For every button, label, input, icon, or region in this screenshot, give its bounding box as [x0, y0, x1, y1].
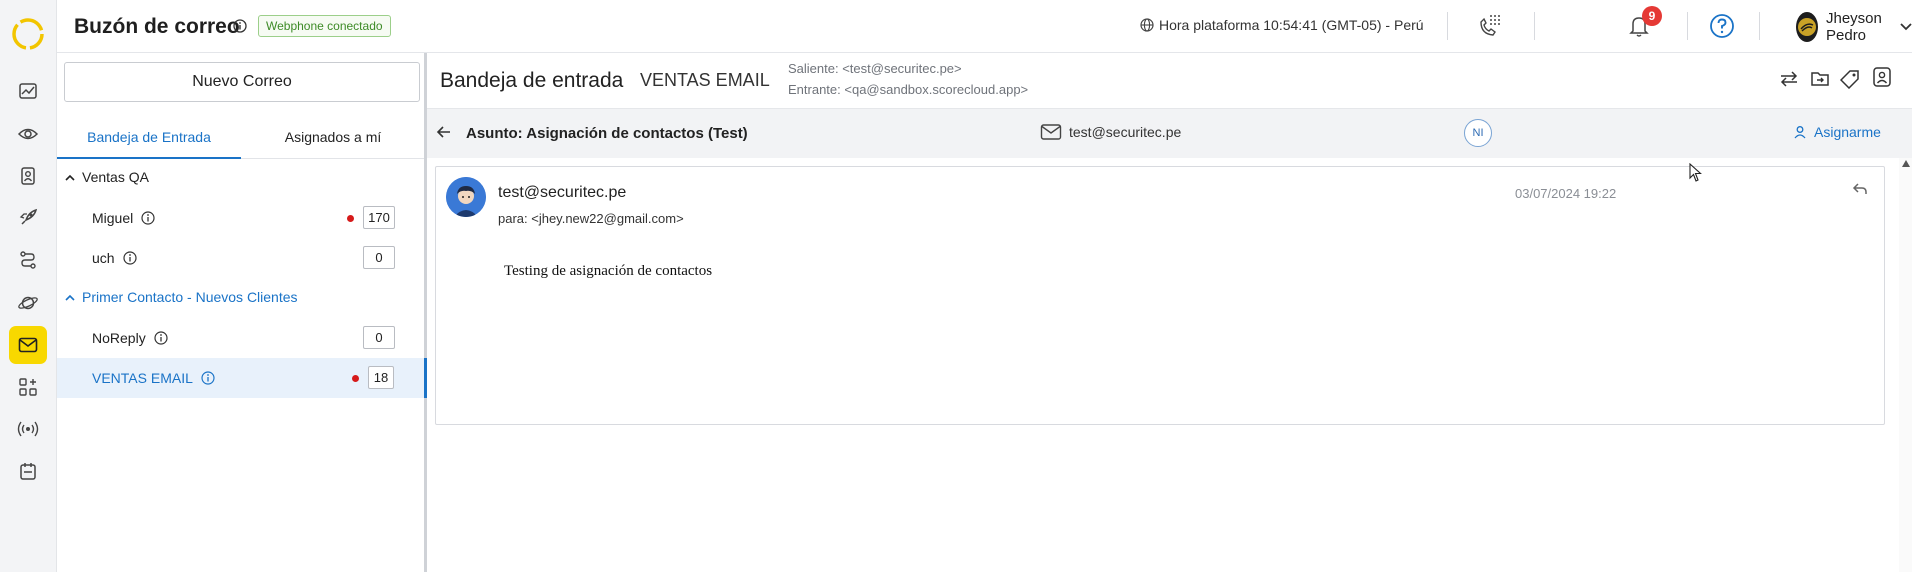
mailbox-item-uch[interactable]: uch 0 — [57, 238, 424, 278]
sender-avatar — [446, 177, 486, 217]
mailbox-item-label: Miguel — [92, 210, 134, 226]
app-logo[interactable] — [8, 14, 48, 54]
broadcast-icon[interactable] — [9, 410, 47, 448]
scrollbar[interactable] — [1899, 158, 1912, 572]
rocket-icon[interactable] — [9, 199, 47, 237]
envelope-icon — [1040, 123, 1062, 141]
mailbox-item-miguel[interactable]: Miguel 170 — [57, 198, 424, 238]
calendar-icon[interactable] — [9, 452, 47, 490]
activity-icon[interactable] — [9, 72, 47, 110]
divider — [1687, 12, 1688, 40]
unread-dot — [352, 375, 359, 382]
inbox-title: Bandeja de entrada — [440, 69, 624, 92]
chevron-down-icon — [1900, 23, 1912, 31]
mailbox-item-label: NoReply — [92, 330, 146, 346]
mail-icon[interactable] — [9, 326, 47, 364]
tab-assigned[interactable]: Asignados a mí — [241, 115, 425, 159]
divider — [1447, 12, 1448, 40]
divider — [1534, 12, 1535, 40]
top-bar: Buzón de correo Webphone conectado Hora … — [57, 0, 1912, 53]
flow-icon[interactable] — [9, 241, 47, 279]
info-icon[interactable] — [233, 19, 247, 33]
info-icon[interactable] — [122, 251, 137, 265]
info-icon[interactable] — [154, 331, 168, 345]
info-icon[interactable] — [201, 371, 215, 385]
group-header-ventas-qa[interactable]: Ventas QA — [65, 169, 149, 185]
user-icon — [1794, 125, 1808, 139]
outgoing-address: Saliente: <test@securitec.pe> — [788, 61, 962, 76]
eye-icon[interactable] — [9, 115, 47, 153]
count-badge: 18 — [368, 366, 394, 389]
subject-sender-email: test@securitec.pe — [1069, 124, 1182, 140]
message-date: 03/07/2024 19:22 — [1515, 186, 1617, 201]
recipient-line: para: <jhey.new22@gmail.com> — [498, 211, 684, 226]
contact-icon[interactable] — [1870, 65, 1894, 89]
count-badge: 0 — [363, 326, 395, 349]
globe-icon — [1140, 18, 1154, 32]
user-menu[interactable]: Jheyson Pedro — [1796, 10, 1912, 44]
subject-bar: Asunto: Asignación de contactos (Test) t… — [427, 108, 1912, 158]
scroll-up-arrow-icon[interactable] — [1902, 160, 1910, 167]
mouse-pointer-icon — [1689, 163, 1703, 183]
mailbox-item-label-group: Miguel — [92, 210, 155, 226]
tag-icon[interactable] — [1838, 67, 1862, 91]
page-title: Buzón de correo — [74, 15, 240, 38]
mailbox-item-label: VENTAS EMAIL — [92, 370, 193, 386]
mailbox-item-ventas-email[interactable]: VENTAS EMAIL 18 — [57, 358, 427, 398]
mailbox-item-noreply[interactable]: NoReply 0 — [57, 318, 424, 358]
message-card: test@securitec.pe para: <jhey.new22@gmai… — [435, 166, 1885, 425]
sender-email: test@securitec.pe — [498, 184, 627, 201]
back-arrow-icon[interactable] — [436, 124, 452, 140]
subject-sender: test@securitec.pe — [1040, 123, 1181, 141]
mail-reader: Bandeja de entrada VENTAS EMAIL Saliente… — [427, 53, 1912, 572]
group-name: Ventas QA — [82, 169, 149, 185]
move-folder-icon[interactable] — [1808, 67, 1832, 91]
planet-icon[interactable] — [9, 284, 47, 322]
info-icon[interactable] — [141, 211, 155, 225]
divider — [1759, 12, 1760, 40]
help-icon[interactable] — [1707, 11, 1737, 41]
clock-text: Hora plataforma 10:54:41 (GMT-05) - Perú — [1159, 17, 1424, 33]
tab-inbox[interactable]: Bandeja de Entrada — [57, 115, 241, 159]
mailbox-item-label-group: uch — [92, 250, 137, 266]
group-header-primer-contacto[interactable]: Primer Contacto - Nuevos Clientes — [65, 289, 298, 305]
unread-dot — [347, 215, 354, 222]
mailbox-item-label: uch — [92, 250, 115, 266]
chevron-up-icon — [65, 174, 75, 181]
sidebar-tabs: Bandeja de Entrada Asignados a mí — [57, 115, 424, 159]
apps-icon[interactable] — [9, 368, 47, 406]
group-name: Primer Contacto - Nuevos Clientes — [82, 289, 298, 305]
nav-rail — [0, 0, 57, 572]
chevron-up-icon — [65, 294, 75, 301]
mail-header: Bandeja de entrada VENTAS EMAIL Saliente… — [427, 53, 1912, 108]
mailbox-item-label-group: VENTAS EMAIL — [92, 370, 215, 386]
assign-to-me-button[interactable]: Asignarme — [1794, 124, 1881, 140]
new-mail-button[interactable]: Nuevo Correo — [64, 62, 420, 102]
transfer-icon[interactable] — [1777, 67, 1801, 91]
contact-card-icon[interactable] — [9, 157, 47, 195]
dialpad-phone-icon[interactable] — [1475, 11, 1505, 41]
user-name: Jheyson Pedro — [1826, 10, 1882, 44]
inbox-name: VENTAS EMAIL — [640, 70, 770, 90]
notification-count-badge: 9 — [1642, 6, 1662, 26]
webphone-status-badge: Webphone conectado — [258, 15, 391, 37]
mailbox-item-label-group: NoReply — [92, 330, 168, 346]
avatar — [1796, 12, 1818, 42]
count-badge: 170 — [363, 206, 395, 229]
message-body: Testing de asignación de contactos — [504, 263, 713, 279]
incoming-address: Entrante: <qa@sandbox.scorecloud.app> — [788, 82, 1029, 97]
assignee-initials-badge[interactable]: NI — [1464, 119, 1492, 147]
platform-clock: Hora plataforma 10:54:41 (GMT-05) - Perú — [1140, 17, 1424, 33]
mail-subject: Asunto: Asignación de contactos (Test) — [466, 125, 748, 142]
mailbox-sidebar: Nuevo Correo Bandeja de Entrada Asignado… — [57, 53, 427, 572]
count-badge: 0 — [363, 246, 395, 269]
assign-label: Asignarme — [1814, 124, 1881, 140]
reply-icon[interactable] — [1852, 182, 1868, 196]
